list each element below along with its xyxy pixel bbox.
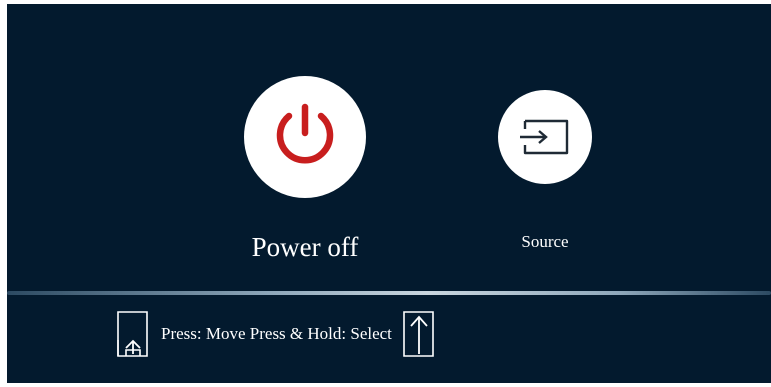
source-label: Source	[521, 232, 569, 251]
source-option[interactable]: Source	[461, 90, 629, 252]
power-off-button[interactable]	[244, 76, 366, 198]
control-hint-bar: Press: Move Press & Hold: Select	[116, 309, 436, 359]
source-button[interactable]	[498, 90, 592, 184]
tv-quick-menu-screen: Power off Source Press: Move Press & Hol…	[7, 4, 771, 383]
control-hint-text: Press: Move Press & Hold: Select	[161, 324, 392, 343]
press-move-icon	[116, 310, 150, 358]
hold-select-icon	[402, 310, 436, 358]
source-input-icon	[520, 119, 569, 155]
power-off-label: Power off	[251, 232, 359, 262]
power-icon	[276, 103, 334, 164]
divider	[7, 291, 771, 295]
power-off-option[interactable]: Power off	[201, 76, 409, 262]
